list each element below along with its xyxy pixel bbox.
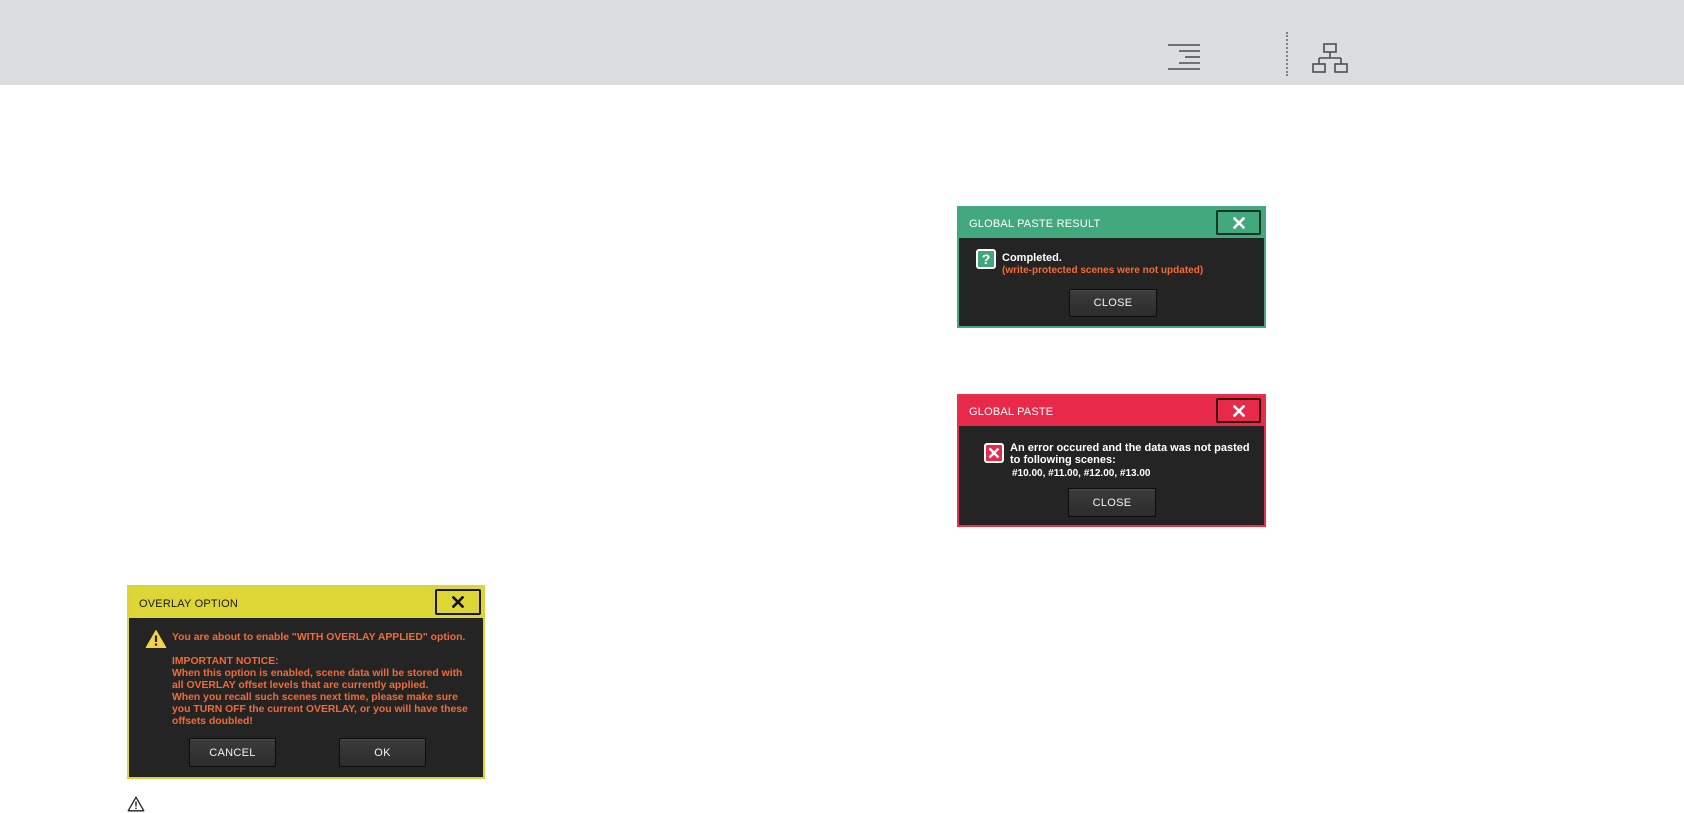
global-paste-result-dialog: GLOBAL PASTE RESULT ? Completed. (write-… bbox=[957, 206, 1266, 328]
notice-text: When you recall such scenes next time, p… bbox=[172, 692, 458, 703]
dialog-titlebar: OVERLAY OPTION bbox=[129, 587, 483, 618]
dialog-title: GLOBAL PASTE bbox=[969, 406, 1054, 418]
toolbar-divider bbox=[1286, 32, 1288, 76]
notice-heading: IMPORTANT NOTICE: bbox=[172, 656, 279, 667]
cancel-button[interactable]: CANCEL bbox=[189, 738, 276, 767]
dialog-titlebar: GLOBAL PASTE bbox=[959, 396, 1264, 426]
question-icon: ? bbox=[976, 249, 996, 269]
close-x-button[interactable] bbox=[1216, 398, 1261, 423]
error-message-line1: An error occured and the data was not pa… bbox=[1010, 442, 1250, 454]
close-x-button[interactable] bbox=[1216, 210, 1261, 235]
close-icon bbox=[1232, 404, 1245, 417]
overlay-option-dialog: OVERLAY OPTION You are about to enable "… bbox=[127, 585, 485, 779]
overlay-message: You are about to enable "WITH OVERLAY AP… bbox=[172, 632, 466, 643]
notice-text: offsets doubled! bbox=[172, 716, 253, 727]
dialog-title: OVERLAY OPTION bbox=[139, 598, 238, 610]
dialog-title: GLOBAL PASTE RESULT bbox=[969, 218, 1101, 230]
global-paste-error-dialog: GLOBAL PASTE An error occured and the da… bbox=[957, 394, 1266, 527]
result-submessage: (write-protected scenes were not updated… bbox=[1002, 265, 1204, 276]
close-button[interactable]: CLOSE bbox=[1069, 289, 1157, 317]
ok-button[interactable]: OK bbox=[339, 738, 426, 767]
warning-outline-icon bbox=[127, 796, 145, 812]
notice-text: When this option is enabled, scene data … bbox=[172, 668, 463, 679]
notice-text: all OVERLAY offset levels that are curre… bbox=[172, 680, 429, 691]
top-toolbar bbox=[0, 0, 1684, 85]
error-x-icon bbox=[984, 443, 1004, 463]
dialog-titlebar: GLOBAL PASTE RESULT bbox=[959, 208, 1264, 238]
menu-lines-icon[interactable] bbox=[1165, 41, 1203, 75]
close-icon bbox=[1232, 216, 1245, 229]
result-message: Completed. bbox=[1002, 252, 1062, 264]
error-scene-list: #10.00, #11.00, #12.00, #13.00 bbox=[1012, 468, 1151, 479]
close-x-button[interactable] bbox=[435, 589, 481, 615]
warning-icon bbox=[145, 630, 167, 648]
network-tree-icon[interactable] bbox=[1311, 42, 1349, 74]
notice-text: you TURN OFF the current OVERLAY, or you… bbox=[172, 704, 468, 715]
close-icon bbox=[452, 596, 464, 608]
error-message-line2: to following scenes: bbox=[1010, 454, 1116, 466]
close-button[interactable]: CLOSE bbox=[1068, 488, 1156, 517]
